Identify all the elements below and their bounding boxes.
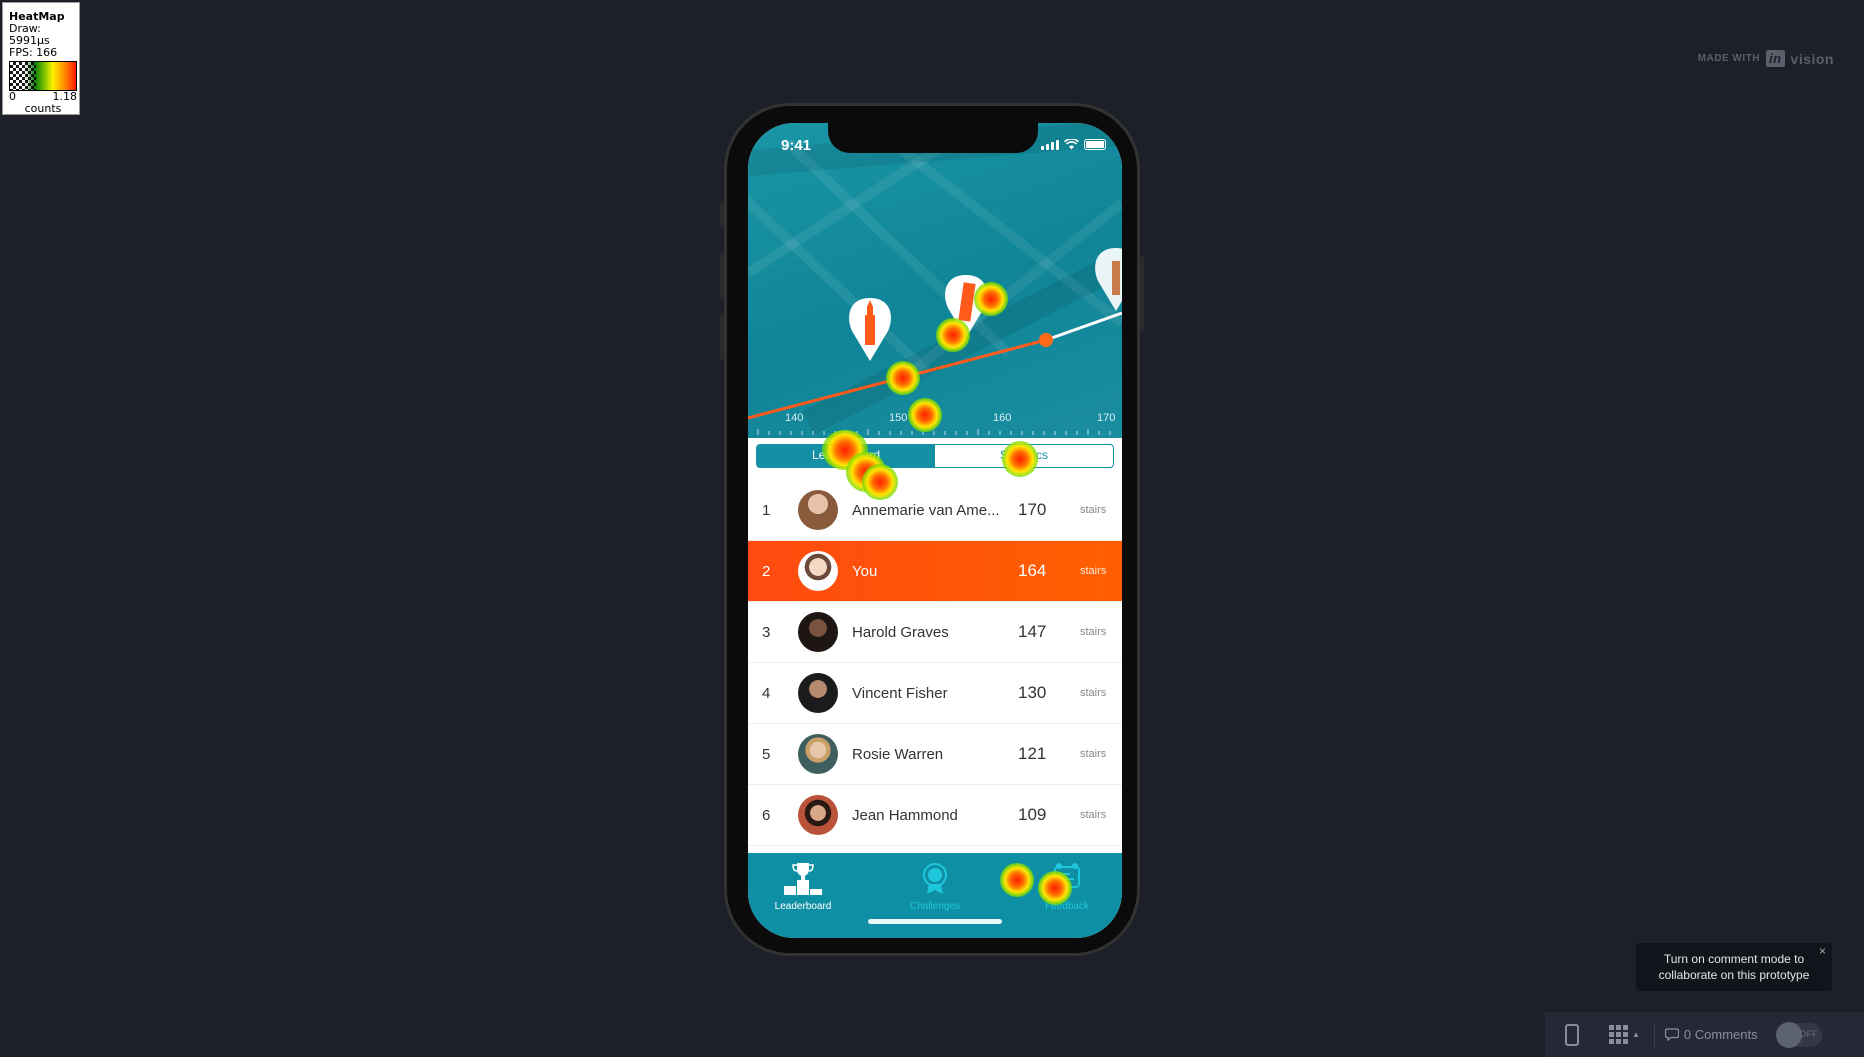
- battery-icon: [1084, 139, 1106, 150]
- close-icon[interactable]: ×: [1819, 943, 1826, 959]
- toggle-state-label: OFF: [1799, 1028, 1818, 1039]
- player-name: Harold Graves: [852, 623, 949, 641]
- score-unit: stairs: [1080, 748, 1107, 760]
- rank-number: 6: [762, 806, 771, 824]
- feedback-icon: [1054, 863, 1080, 888]
- comment-bubble-icon: [1664, 1028, 1679, 1041]
- leaderboard-list: 1 Annemarie van Ame... 170 stairs 2 You …: [748, 480, 1122, 846]
- tick-label-160: 160: [993, 412, 1012, 424]
- leaderboard-row[interactable]: 6 Jean Hammond 109 stairs: [748, 785, 1122, 846]
- tab-bar: Leaderboard Challenges Feedback: [748, 853, 1122, 938]
- heatmap-unit: counts: [24, 102, 62, 115]
- caret-up-icon[interactable]: ▲: [1632, 1030, 1640, 1039]
- tick-label-150: 150: [889, 412, 908, 424]
- segment-leaderboard[interactable]: Leaderboard: [757, 445, 935, 467]
- tick-label-140: 140: [785, 412, 804, 424]
- podium-trophy-icon: [784, 863, 822, 895]
- player-name: You: [852, 562, 878, 580]
- heatmap-scale-min: 0: [9, 90, 16, 103]
- toolbar-divider: [1653, 1022, 1655, 1047]
- rank-number: 4: [762, 684, 771, 702]
- comment-mode-tooltip: × Turn on comment mode to collaborate on…: [1636, 943, 1832, 991]
- heatmap-draw-time: Draw: 5991µs: [9, 22, 50, 47]
- leaderboard-row[interactable]: 1 Annemarie van Ame... 170 stairs: [748, 480, 1122, 541]
- wifi-icon: [1064, 139, 1079, 150]
- avatar: [798, 673, 838, 713]
- rank-number: 1: [762, 501, 771, 519]
- screens-grid-icon[interactable]: [1609, 1025, 1628, 1044]
- home-indicator[interactable]: [868, 919, 1002, 924]
- landmark-pin-tower-icon[interactable]: [849, 298, 891, 361]
- comment-mode-toggle[interactable]: OFF: [1775, 1021, 1822, 1048]
- avatar: [798, 490, 838, 530]
- tab-challenges[interactable]: Challenges: [880, 861, 990, 912]
- player-name: Jean Hammond: [852, 806, 958, 824]
- player-name: Vincent Fisher: [852, 684, 948, 702]
- avatar: [798, 734, 838, 774]
- avatar: [798, 795, 838, 835]
- player-score: 109: [1018, 805, 1047, 824]
- tab-label: Leaderboard: [774, 901, 832, 912]
- heatmap-color-scale: [9, 61, 77, 91]
- score-unit: stairs: [1080, 504, 1107, 516]
- phone-frame: 140 150 160 170 9:41 Leaderboard Statist…: [720, 103, 1144, 956]
- tooltip-line-2: collaborate on this prototype: [1658, 968, 1810, 982]
- tab-label: Challenges: [909, 901, 961, 912]
- score-unit: stairs: [1080, 565, 1107, 577]
- avatar: [798, 612, 838, 652]
- player-score: 121: [1018, 744, 1047, 763]
- tab-label: Feedback: [1045, 901, 1089, 912]
- comments-count: 0 Comments: [1683, 1027, 1758, 1042]
- cellular-signal-icon: [1041, 139, 1059, 150]
- phone-notch: [828, 123, 1038, 153]
- prototype-toolbar: ▲ 0 Comments OFF: [1545, 1012, 1864, 1057]
- tick-label-170: 170: [1097, 412, 1116, 424]
- avatar: [798, 551, 838, 591]
- rank-number: 2: [762, 562, 771, 580]
- toggle-knob: [1775, 1021, 1802, 1048]
- score-unit: stairs: [1080, 809, 1107, 821]
- tab-feedback[interactable]: Feedback: [1012, 861, 1122, 912]
- player-score: 130: [1018, 683, 1047, 702]
- leaderboard-row[interactable]: 5 Rosie Warren 121 stairs: [748, 724, 1122, 785]
- rank-number: 3: [762, 623, 771, 641]
- comments-button[interactable]: 0 Comments: [1664, 1027, 1758, 1042]
- made-with-label: MADE WITH: [1697, 53, 1760, 64]
- device-preview-icon[interactable]: [1565, 1023, 1579, 1046]
- progress-map: 140 150 160 170: [748, 123, 1122, 438]
- player-score: 170: [1018, 500, 1047, 519]
- score-unit: stairs: [1080, 626, 1107, 638]
- rank-number: 5: [762, 745, 771, 763]
- player-name: Annemarie van Ame...: [852, 501, 1000, 519]
- leaderboard-row-current-user[interactable]: 2 You 164 stairs: [748, 541, 1122, 602]
- made-with-invision-badge[interactable]: MADE WITH in vision: [1698, 50, 1834, 67]
- status-time: 9:41: [781, 137, 812, 154]
- medal-icon: [923, 863, 947, 894]
- player-score: 147: [1018, 622, 1047, 641]
- invision-logo-icon: in: [1765, 50, 1785, 67]
- invision-wordmark: vision: [1790, 50, 1834, 67]
- score-unit: stairs: [1080, 687, 1107, 699]
- heatmap-fps: FPS: 166: [9, 46, 58, 59]
- player-score: 164: [1018, 561, 1047, 580]
- tab-leaderboard[interactable]: Leaderboard: [748, 861, 858, 912]
- phone-screen: 140 150 160 170 9:41 Leaderboard Statist…: [748, 123, 1122, 938]
- segment-statistics[interactable]: Statistics: [935, 445, 1113, 467]
- tooltip-line-1: Turn on comment mode to: [1663, 952, 1805, 966]
- leaderboard-row[interactable]: 4 Vincent Fisher 130 stairs: [748, 663, 1122, 724]
- player-name: Rosie Warren: [852, 745, 944, 763]
- view-segmented-control: Leaderboard Statistics: [756, 444, 1114, 468]
- leaderboard-row[interactable]: 3 Harold Graves 147 stairs: [748, 602, 1122, 663]
- heatmap-legend: HeatMap Draw: 5991µs FPS: 166 0 1.18 cou…: [2, 2, 80, 115]
